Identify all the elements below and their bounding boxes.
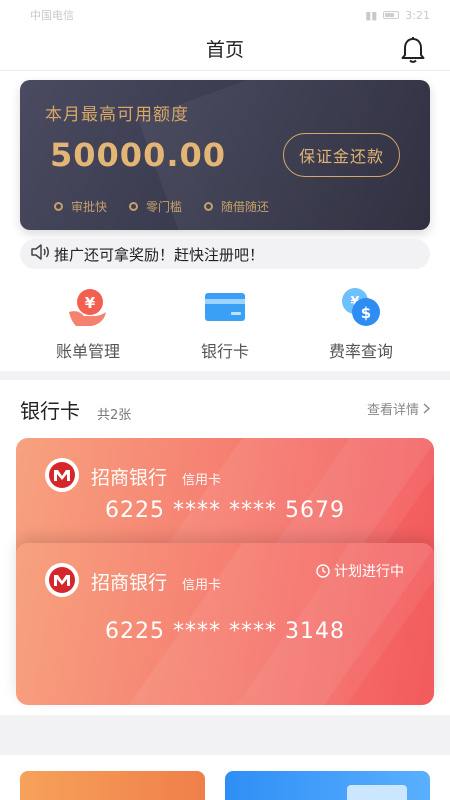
clock: 3:21 (405, 8, 430, 22)
battery-icon (383, 11, 400, 19)
bell-icon[interactable] (398, 35, 428, 65)
bank-card-item[interactable]: 招商银行 信用卡 计划进行中 6225 **** **** 3148 (16, 543, 434, 705)
rate-icon: ¥ $ (342, 288, 380, 326)
nav-bar: 首页 (0, 30, 450, 71)
signal-icon: ▮▮ (365, 8, 378, 22)
credit-tag-label: 随借随还 (221, 200, 270, 214)
promo-banner-left[interactable] (20, 771, 205, 800)
bank-card-icon (205, 293, 245, 321)
clock-icon (316, 564, 330, 578)
card-count: 共2张 (97, 408, 132, 423)
deposit-repay-button[interactable]: 保证金还款 (283, 133, 400, 177)
carrier-label: 中国电信 (30, 9, 74, 22)
view-details-link[interactable]: 查看详情 (367, 399, 430, 418)
circle-icon (54, 202, 63, 211)
credit-tag: 零门槛 (129, 198, 182, 215)
bank-name: 招商银行 (91, 467, 168, 489)
notice-bar[interactable]: 推广还可拿奖励！赶快注册吧！ (20, 239, 430, 269)
svg-text:¥: ¥ (85, 294, 96, 312)
page-title: 首页 (205, 39, 244, 61)
circle-icon (129, 202, 139, 211)
view-details-label: 查看详情 (366, 403, 419, 418)
section-title: 银行卡 (20, 399, 80, 423)
menu-bill-management[interactable]: ¥ 账单管理 (28, 285, 148, 362)
credit-limit-card[interactable]: 本月最高可用额度 50000.00 保证金还款 审批快 零门槛 随借随还 (20, 80, 430, 230)
quick-menu: ¥ 账单管理 银行卡 ¥ $ 费率查询 (0, 285, 450, 365)
credit-limit-title: 本月最高可用额度 (45, 105, 189, 125)
cmb-logo-icon (45, 563, 79, 597)
status-bar: 中国电信 ▮▮ 3:21 (0, 0, 450, 30)
credit-tag: 随借随还 (204, 198, 269, 215)
card-type: 信用卡 (182, 473, 222, 488)
status-icons: ▮▮ 3:21 (365, 9, 430, 22)
bill-icon: ¥ (69, 289, 106, 326)
menu-label: 账单管理 (55, 342, 120, 361)
speaker-icon (30, 244, 50, 264)
credit-tag: 审批快 (54, 198, 107, 215)
card-number: 6225 **** **** 5679 (105, 498, 345, 523)
chevron-right-icon (423, 403, 430, 414)
plan-status: 计划进行中 (316, 561, 404, 581)
plan-status-label: 计划进行中 (334, 564, 404, 580)
promo-decoration (347, 785, 407, 800)
circle-icon (204, 202, 214, 211)
credit-tag-label: 审批快 (71, 200, 108, 214)
menu-label: 费率查询 (328, 342, 393, 361)
menu-label: 银行卡 (200, 342, 249, 361)
card-type: 信用卡 (182, 578, 222, 593)
notice-text: 推广还可拿奖励！赶快注册吧！ (54, 245, 265, 264)
credit-limit-amount: 50000.00 (50, 136, 227, 174)
svg-text:$: $ (361, 304, 371, 322)
menu-bank-card[interactable]: 银行卡 (165, 285, 285, 362)
credit-tag-label: 零门槛 (146, 200, 183, 214)
cmb-logo-icon (45, 458, 79, 492)
menu-rate-query[interactable]: ¥ $ 费率查询 (301, 285, 421, 362)
credit-tags: 审批快 零门槛 随借随还 (54, 198, 269, 215)
promo-banner-right[interactable] (225, 771, 430, 800)
card-number: 6225 **** **** 3148 (105, 619, 345, 644)
bank-name: 招商银行 (91, 572, 168, 594)
